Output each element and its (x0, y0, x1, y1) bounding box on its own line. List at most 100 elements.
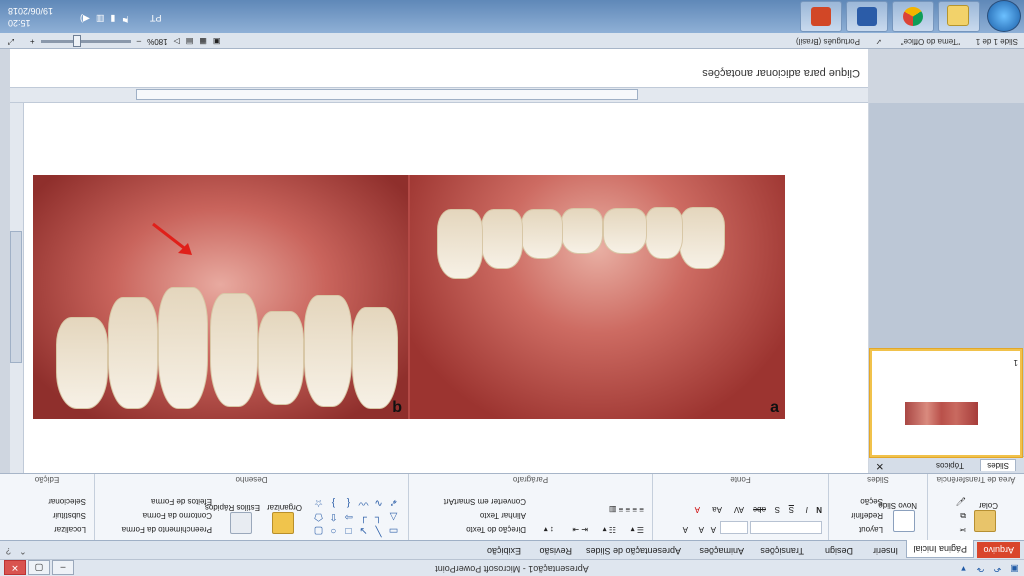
line-spacing-button[interactable]: ↕ ▾ (544, 525, 554, 534)
notes-placeholder[interactable]: Clique para adicionar anotações (702, 67, 860, 79)
curve-shape-icon[interactable]: ∿ (372, 496, 385, 508)
slide-thumbnail[interactable] (870, 349, 1022, 457)
help-icon[interactable]: ? (6, 545, 11, 556)
arrow-shape-icon[interactable]: ↘ (357, 524, 370, 536)
shadow-button[interactable]: S (775, 505, 780, 514)
scroll-thumb[interactable] (10, 231, 22, 363)
flag-icon[interactable]: ⚑ (121, 13, 129, 24)
change-case-button[interactable]: Aa (712, 505, 722, 514)
char-spacing-button[interactable]: AV (734, 505, 744, 514)
rounded-rect-shape-icon[interactable]: ▢ (312, 524, 325, 536)
normal-view-icon[interactable]: ▣ (213, 37, 221, 46)
volume-icon[interactable]: ◀) (80, 13, 90, 24)
tab-slides[interactable]: Slides (980, 459, 1016, 471)
line-shape-icon[interactable]: ╲ (372, 524, 385, 536)
zoom-in-button[interactable]: + (30, 37, 35, 46)
strikethrough-button[interactable]: abc (753, 505, 766, 514)
zoom-slider[interactable] (40, 35, 131, 47)
horizontal-scrollbar[interactable] (10, 88, 868, 103)
section-button[interactable]: Seção (860, 497, 883, 506)
select-button[interactable]: Selecionar (48, 497, 86, 506)
new-slide-button[interactable]: Novo Slide (878, 501, 917, 510)
tab-insert[interactable]: Inserir (873, 546, 898, 556)
restore-button[interactable]: ▢ (28, 560, 50, 575)
star-shape-icon[interactable]: ☆ (312, 496, 325, 508)
layout-button[interactable]: Layout (859, 525, 883, 534)
close-panel-button[interactable]: ✕ (876, 460, 884, 471)
underline-button[interactable]: S (789, 505, 794, 514)
clear-format-button[interactable]: A (683, 525, 688, 534)
align-buttons[interactable]: ≡ ≡ ≡ ≡ ▥ (609, 505, 644, 514)
tab-view[interactable]: Exibição (487, 546, 521, 556)
shape-fill-button[interactable]: Preenchimento da Forma (122, 525, 212, 534)
reading-view-icon[interactable]: ▤ (186, 37, 194, 46)
copy-icon[interactable]: ⧉ (960, 510, 966, 520)
quick-styles-icon[interactable] (230, 512, 252, 534)
tab-slideshow[interactable]: Apresentação de Slides (586, 546, 681, 556)
hscroll-thumb[interactable] (136, 89, 638, 100)
start-button[interactable] (987, 0, 1021, 32)
triangle-shape-icon[interactable]: △ (387, 510, 400, 522)
spell-check-icon[interactable]: ✓ (875, 37, 882, 46)
quick-styles-button[interactable]: Estilos Rápidos (205, 503, 260, 512)
align-text-button[interactable]: Alinhar Texto (480, 511, 526, 520)
pentagon-shape-icon[interactable]: ⬠ (312, 510, 325, 522)
brace-left-shape-icon[interactable]: { (342, 496, 355, 508)
shape-outline-button[interactable]: Contorno da Forma (143, 511, 212, 520)
bold-button[interactable]: N (816, 505, 822, 514)
replace-button[interactable]: Substituir (53, 511, 86, 520)
smartart-button[interactable]: Converter em SmartArt (444, 497, 526, 506)
shapes-gallery[interactable]: ▭ ╲ ↘ □ ○ ▢ △ └ ┘ ⇨ ⇧ ⬠ ➶ ∿ 〰 { } ☆ (312, 496, 400, 536)
cut-icon[interactable]: ✂ (959, 525, 966, 534)
slideshow-view-icon[interactable]: ▷ (174, 37, 180, 46)
fit-slide-icon[interactable]: ⤢ (8, 36, 14, 46)
zoom-out-button[interactable]: – (137, 37, 141, 46)
arrow-cursor-shape-icon[interactable]: ➶ (387, 496, 400, 508)
tab-review[interactable]: Revisão (539, 546, 572, 556)
text-direction-button[interactable]: Direção do Texto (466, 525, 526, 534)
font-size-field[interactable] (720, 521, 748, 534)
right-arrow-shape-icon[interactable]: ⇨ (342, 510, 355, 522)
paste-button[interactable]: Colar (979, 501, 998, 510)
arrange-icon[interactable] (272, 512, 294, 534)
up-arrow-shape-icon[interactable]: ⇧ (327, 510, 340, 522)
explorer-taskbar-button[interactable] (938, 1, 980, 32)
network-icon[interactable]: ▥ (96, 13, 105, 24)
brace-right-shape-icon[interactable]: } (327, 496, 340, 508)
elbow-arrow-shape-icon[interactable]: ┘ (357, 510, 370, 522)
grow-font-button[interactable]: A (711, 525, 716, 534)
shrink-font-button[interactable]: A (699, 525, 704, 534)
clock[interactable]: 15:20 19/06/2018 (8, 5, 53, 29)
tab-home[interactable]: Página Inicial (906, 540, 974, 558)
font-name-field[interactable] (750, 521, 822, 534)
find-button[interactable]: Localizar (54, 525, 86, 534)
tab-transitions[interactable]: Transições (760, 546, 804, 556)
tab-animations[interactable]: Animações (699, 546, 744, 556)
textbox-shape-icon[interactable]: ▭ (387, 524, 400, 536)
reset-button[interactable]: Redefinir (851, 511, 883, 520)
battery-icon[interactable]: ▮ (110, 13, 115, 24)
numbering-button[interactable]: ☷ ▾ (603, 525, 616, 534)
minimize-ribbon-icon[interactable]: ⌃ (19, 545, 27, 556)
language-status[interactable]: Português (Brasil) (796, 37, 860, 46)
bullets-button[interactable]: ☰ ▾ (631, 525, 644, 534)
tab-file[interactable]: Arquivo (977, 542, 1020, 558)
slide-canvas[interactable]: a b (23, 103, 868, 473)
tab-design[interactable]: Design (825, 546, 853, 556)
rectangle-shape-icon[interactable]: □ (342, 524, 355, 536)
sorter-view-icon[interactable]: ▦ (199, 37, 207, 46)
oval-shape-icon[interactable]: ○ (327, 524, 340, 536)
dental-photo[interactable]: a b (33, 175, 785, 419)
font-color-button[interactable]: A (695, 505, 700, 514)
new-slide-icon[interactable] (893, 510, 915, 532)
close-button[interactable]: ✕ (4, 560, 26, 575)
word-taskbar-button[interactable] (846, 1, 888, 32)
tab-outline[interactable]: Tópicos (930, 460, 970, 471)
italic-button[interactable]: I (806, 505, 808, 514)
minimize-button[interactable]: – (52, 560, 74, 575)
language-indicator[interactable]: PT (150, 13, 162, 23)
powerpoint-taskbar-button[interactable] (800, 1, 842, 32)
notes-pane[interactable]: Clique para adicionar anotações (10, 49, 868, 88)
arrange-button[interactable]: Organizar (267, 503, 302, 512)
zoom-level[interactable]: 180% (147, 37, 167, 46)
